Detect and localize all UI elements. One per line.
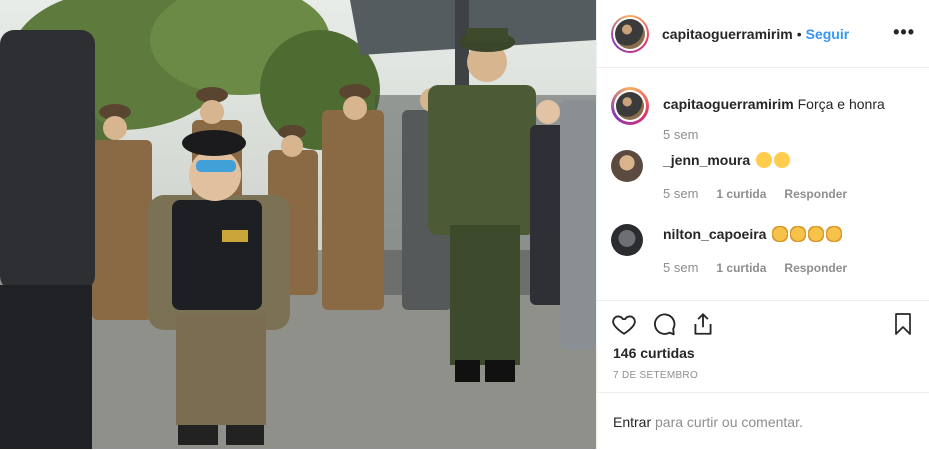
reply-button[interactable]: Responder xyxy=(784,261,847,275)
post-photo-illustration xyxy=(0,0,596,449)
comment-item: nilton_capoeira 5 sem 1 curtida Responde… xyxy=(611,224,915,284)
caption-text: Força e honra xyxy=(797,96,885,112)
caption-time[interactable]: 5 sem xyxy=(663,127,698,142)
clap-emoji-icon xyxy=(772,226,789,242)
heart-icon[interactable] xyxy=(611,311,637,337)
comment-username[interactable]: nilton_capoeira xyxy=(663,226,766,242)
comments-list: capitaoguerramirim Força e honra 5 sem _… xyxy=(597,69,929,299)
reply-button[interactable]: Responder xyxy=(784,187,847,201)
caption-username[interactable]: capitaoguerramirim xyxy=(663,96,794,112)
separator-dot: • xyxy=(796,25,802,42)
caption-avatar[interactable] xyxy=(611,87,649,125)
commenter-avatar[interactable] xyxy=(611,150,643,182)
caption-body: capitaoguerramirim Força e honra xyxy=(663,96,885,112)
login-prompt: Entrar para curtir ou comentar. xyxy=(597,392,929,450)
heart-eyes-emoji-icon xyxy=(774,152,791,168)
login-prompt-text: para curtir ou comentar. xyxy=(651,414,803,430)
comment-likes[interactable]: 1 curtida xyxy=(716,261,766,275)
post-side-panel: capitaoguerramirim • Seguir ••• capitaog… xyxy=(596,0,929,449)
comment-time[interactable]: 5 sem xyxy=(663,260,698,275)
clap-emoji-icon xyxy=(790,226,807,242)
comment-username[interactable]: _jenn_moura xyxy=(663,152,750,168)
clap-emoji-icon xyxy=(826,226,843,242)
post-photo[interactable] xyxy=(0,0,596,449)
author-avatar[interactable] xyxy=(611,14,649,53)
share-icon[interactable] xyxy=(690,311,716,337)
comment-icon[interactable] xyxy=(651,311,677,337)
post-date[interactable]: 7 DE SETEMBRO xyxy=(613,370,698,381)
comment-item: _jenn_moura 5 sem 1 curtida Responder xyxy=(611,150,915,210)
post-header: capitaoguerramirim • Seguir ••• xyxy=(597,0,929,68)
author-username[interactable]: capitaoguerramirim xyxy=(662,26,793,42)
login-link[interactable]: Entrar xyxy=(613,414,651,430)
bookmark-icon[interactable] xyxy=(891,311,915,337)
clap-emoji-icon xyxy=(808,226,825,242)
caption-item: capitaoguerramirim Força e honra 5 sem xyxy=(611,87,915,150)
comment-likes[interactable]: 1 curtida xyxy=(716,187,766,201)
likes-count[interactable]: 146 curtidas xyxy=(613,345,695,361)
post-actions: 146 curtidas 7 DE SETEMBRO xyxy=(597,300,929,393)
heart-eyes-emoji-icon xyxy=(756,152,773,168)
comment-time[interactable]: 5 sem xyxy=(663,186,698,201)
commenter-avatar[interactable] xyxy=(611,224,643,256)
follow-button[interactable]: Seguir xyxy=(806,26,850,42)
more-options-icon[interactable]: ••• xyxy=(893,22,915,43)
